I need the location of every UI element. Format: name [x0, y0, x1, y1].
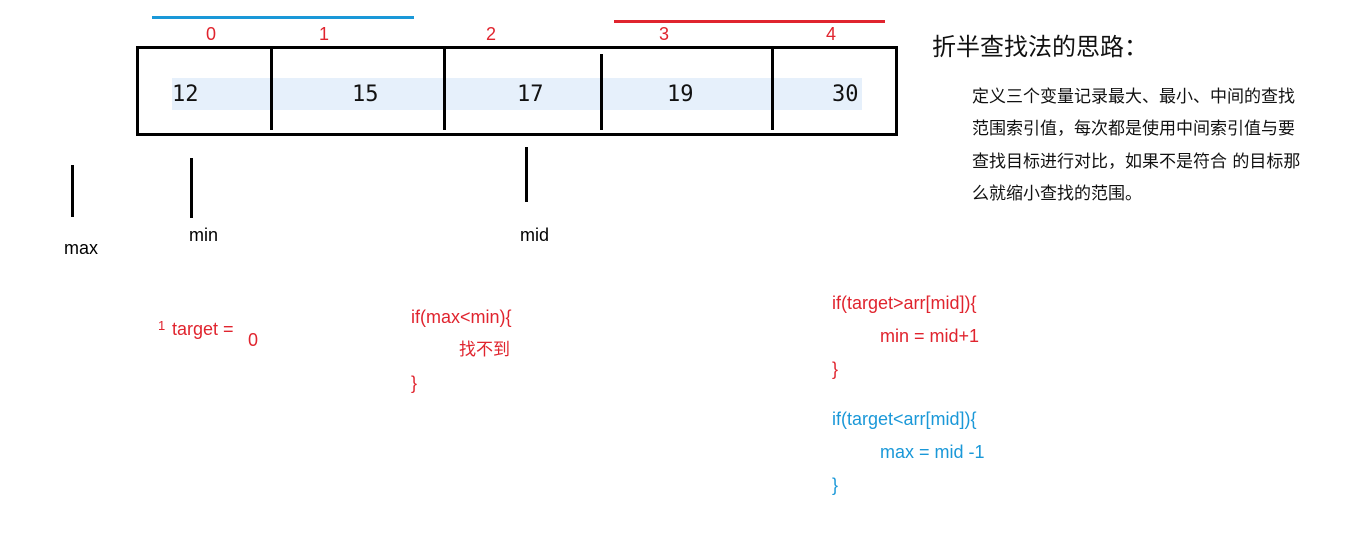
explanation-title: 折半查找法的思路：: [932, 33, 1148, 61]
index-label: 3: [658, 24, 669, 44]
min-range-bar: [152, 16, 414, 19]
less-close: }: [832, 475, 839, 495]
max-range-bar: [614, 20, 885, 23]
cell-divider: [600, 54, 603, 130]
cell-divider: [270, 49, 273, 130]
not-found-text: 找不到: [459, 340, 510, 360]
not-found-condition: if(max<min){: [411, 307, 512, 327]
cell-divider: [443, 49, 446, 130]
greater-action: min = mid+1: [880, 326, 980, 346]
max-pointer-line: [71, 165, 74, 217]
index-label: 0: [205, 24, 216, 44]
not-found-close: }: [411, 373, 418, 393]
min-pointer-label: min: [189, 225, 219, 245]
array-value: 30: [832, 82, 859, 107]
array-value: 17: [517, 82, 544, 107]
max-pointer-label: max: [64, 238, 99, 258]
cell-divider: [771, 49, 774, 130]
array-value: 15: [352, 82, 379, 107]
mid-pointer-line: [525, 147, 528, 202]
mid-pointer-label: mid: [520, 225, 550, 245]
index-label: 4: [825, 24, 836, 44]
target-value: 0: [248, 330, 259, 350]
greater-condition: if(target>arr[mid]){: [832, 293, 977, 313]
explanation-line: 么就缩小查找的范围。: [972, 184, 1142, 204]
target-label: target =: [172, 319, 234, 339]
greater-close: }: [832, 359, 839, 379]
less-action: max = mid -1: [880, 442, 985, 462]
index-label: 1: [318, 24, 329, 44]
index-label: 2: [485, 24, 496, 44]
explanation-line: 查找目标进行对比，如果不是符合 的目标那: [972, 152, 1301, 172]
binary-search-diagram: 0 1 2 3 4 12 15 17 19 30 max min mid 1 t…: [0, 0, 1359, 541]
explanation-line: 范围索引值，每次都是使用中间索引值与要: [972, 119, 1295, 139]
explanation-line: 定义三个变量记录最大、最小、中间的查找: [972, 87, 1295, 107]
less-condition: if(target<arr[mid]){: [832, 409, 977, 429]
array-value: 12: [172, 82, 199, 107]
array-value: 19: [667, 82, 694, 107]
min-pointer-line: [190, 158, 193, 218]
target-marker: 1: [158, 318, 166, 333]
